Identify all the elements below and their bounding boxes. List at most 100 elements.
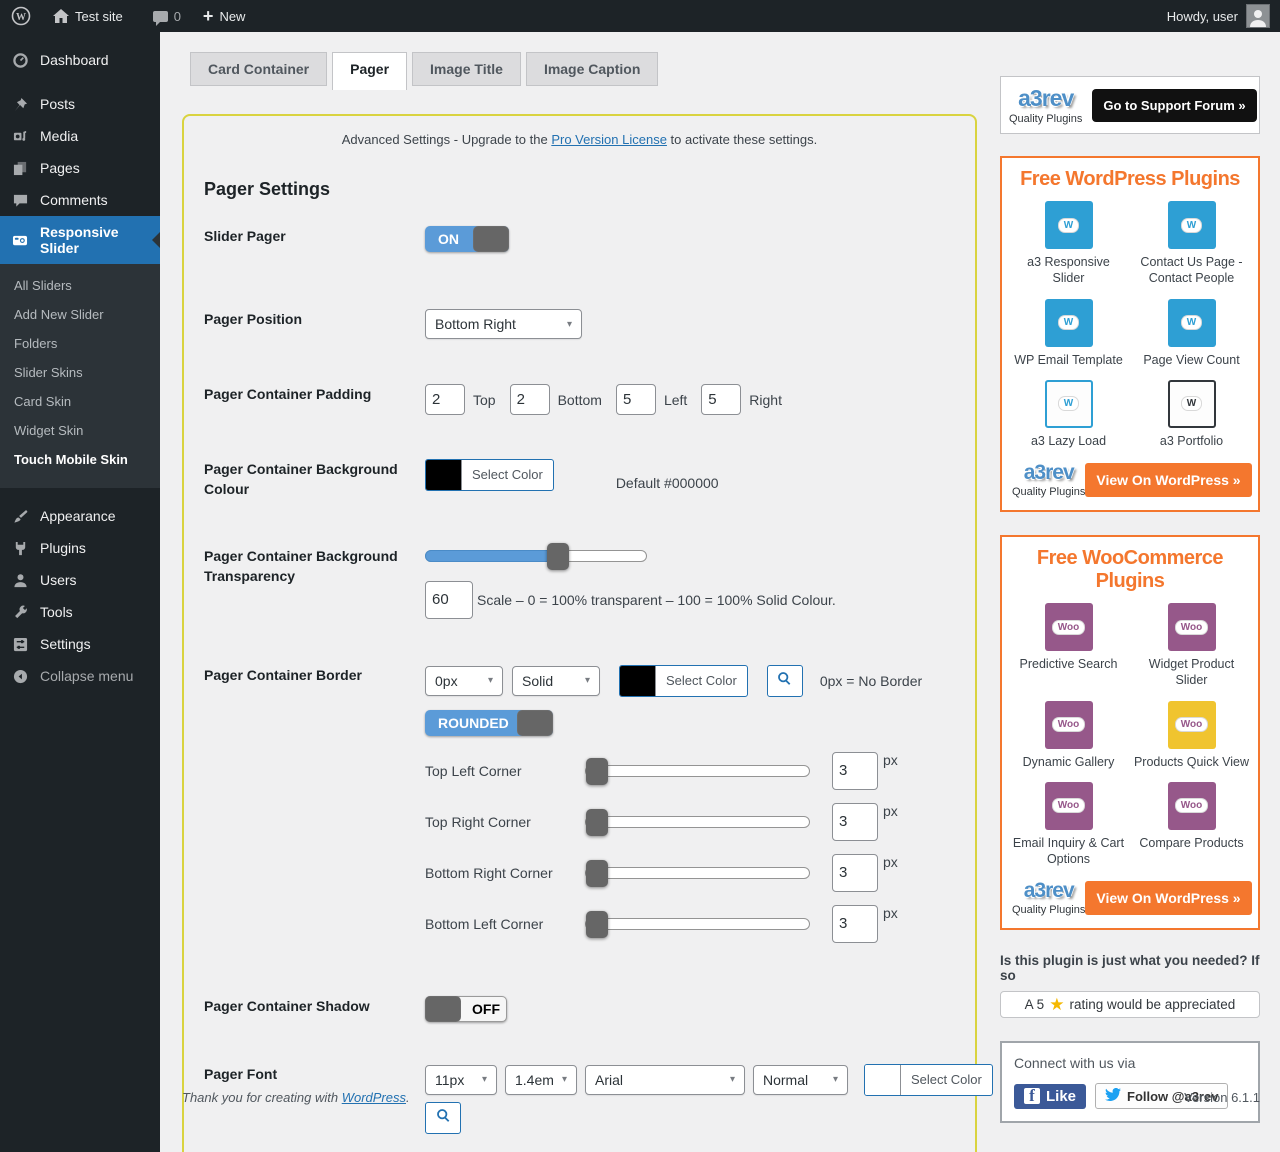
transparency-input[interactable] bbox=[425, 581, 473, 619]
settings-icon bbox=[10, 637, 30, 652]
plugin-wp-email-template[interactable]: W WP Email Template bbox=[1010, 299, 1127, 368]
appearance-icon bbox=[10, 509, 30, 524]
bottom-left-corner-slider[interactable] bbox=[585, 918, 810, 930]
plugin-a3-lazy-load[interactable]: W a3 Lazy Load bbox=[1010, 380, 1127, 449]
pro-version-link[interactable]: Pro Version License bbox=[551, 132, 667, 147]
top-right-corner-input[interactable] bbox=[832, 803, 878, 841]
tab-pager[interactable]: Pager bbox=[332, 52, 407, 90]
slider-handle[interactable] bbox=[586, 860, 608, 887]
sidebar-item-comments[interactable]: Comments bbox=[0, 184, 160, 216]
submenu-card-skin[interactable]: Card Skin bbox=[0, 387, 160, 416]
tab-image-caption[interactable]: Image Caption bbox=[526, 52, 658, 86]
padding-top-input[interactable] bbox=[425, 384, 465, 415]
sidebar-item-dashboard[interactable]: Dashboard bbox=[0, 44, 160, 76]
rating-button[interactable]: A 5 ★ rating would be appreciated bbox=[1000, 991, 1260, 1018]
rounded-toggle[interactable]: ROUNDED bbox=[425, 710, 553, 736]
submenu-widget-skin[interactable]: Widget Skin bbox=[0, 416, 160, 445]
bg-colour-picker[interactable]: Select Color bbox=[425, 459, 554, 491]
new-menu[interactable]: + New bbox=[192, 0, 257, 32]
plugin-dynamic-gallery[interactable]: Woo Dynamic Gallery bbox=[1010, 701, 1127, 770]
sidebar-item-settings[interactable]: Settings bbox=[0, 628, 160, 660]
border-width-select[interactable]: 0px ▾ bbox=[425, 666, 503, 696]
submenu-touch-mobile-skin[interactable]: Touch Mobile Skin bbox=[0, 445, 160, 474]
border-style-select[interactable]: Solid ▾ bbox=[512, 666, 600, 696]
plugin-page-view-count[interactable]: W Page View Count bbox=[1133, 299, 1250, 368]
transparency-slider[interactable] bbox=[425, 550, 647, 562]
sidebar-item-media[interactable]: Media bbox=[0, 120, 160, 152]
plugin-a3-portfolio[interactable]: W a3 Portfolio bbox=[1133, 380, 1250, 449]
bg-colour-label: Pager Container Background Colour bbox=[204, 459, 425, 500]
bottom-left-corner-input[interactable] bbox=[832, 905, 878, 943]
a3rev-logo[interactable]: a3rev Quality Plugins bbox=[1012, 879, 1085, 916]
current-item-arrow bbox=[144, 232, 160, 248]
top-right-corner-slider[interactable] bbox=[585, 816, 810, 828]
pager-position-select[interactable]: Bottom Right ▾ bbox=[425, 309, 582, 339]
submenu-folders[interactable]: Folders bbox=[0, 329, 160, 358]
padding-bottom-input[interactable] bbox=[510, 384, 550, 415]
responsive-slider-submenu: All Sliders Add New Slider Folders Slide… bbox=[0, 264, 160, 488]
plugin-compare-products[interactable]: Woo Compare Products bbox=[1133, 782, 1250, 868]
sidebar-item-pages[interactable]: Pages bbox=[0, 152, 160, 184]
bottom-right-corner-slider[interactable] bbox=[585, 867, 810, 879]
padding-label: Pager Container Padding bbox=[204, 384, 425, 404]
footer-thanks: Thank you for creating with WordPress. bbox=[182, 1090, 410, 1105]
tab-card-container[interactable]: Card Container bbox=[190, 52, 327, 86]
slider-pager-label: Slider Pager bbox=[204, 226, 425, 246]
slider-handle[interactable] bbox=[547, 543, 569, 570]
padding-left-input[interactable] bbox=[616, 384, 656, 415]
submenu-add-new-slider[interactable]: Add New Slider bbox=[0, 300, 160, 329]
shadow-toggle[interactable]: OFF bbox=[425, 996, 507, 1022]
border-colour-picker[interactable]: Select Color bbox=[619, 665, 748, 697]
bottom-right-corner-input[interactable] bbox=[832, 854, 878, 892]
plus-icon: + bbox=[203, 7, 214, 25]
font-label: Pager Font bbox=[204, 1064, 425, 1084]
wp-logo-menu[interactable]: W bbox=[0, 0, 42, 32]
border-preview-button[interactable] bbox=[767, 665, 803, 697]
slider-handle[interactable] bbox=[586, 809, 608, 836]
slider-handle[interactable] bbox=[586, 758, 608, 785]
sidebar-item-responsive-slider[interactable]: Responsive Slider bbox=[0, 216, 160, 264]
color-swatch bbox=[620, 666, 656, 696]
sidebar-item-collapse-menu[interactable]: Collapse menu bbox=[0, 660, 160, 692]
transparency-label: Pager Container Background Transparency bbox=[204, 546, 425, 587]
plugin-email-inquiry-cart-options[interactable]: Woo Email Inquiry & Cart Options bbox=[1010, 782, 1127, 868]
slider-pager-toggle[interactable]: ON bbox=[425, 226, 509, 252]
sidebar-item-plugins[interactable]: Plugins bbox=[0, 532, 160, 564]
chevron-down-icon: ▾ bbox=[482, 1074, 487, 1085]
sidebar-item-posts[interactable]: Posts bbox=[0, 88, 160, 120]
site-menu[interactable]: Test site bbox=[42, 0, 134, 32]
sidebar-item-users[interactable]: Users bbox=[0, 564, 160, 596]
main-content: Card Container Pager Image Title Image C… bbox=[160, 0, 1280, 1152]
sidebar-item-tools[interactable]: Tools bbox=[0, 596, 160, 628]
sidebar-item-appearance[interactable]: Appearance bbox=[0, 500, 160, 532]
padding-right-input[interactable] bbox=[701, 384, 741, 415]
comments-icon bbox=[10, 193, 30, 208]
plugin-a3-responsive-slider[interactable]: W a3 Responsive Slider bbox=[1010, 201, 1127, 287]
wordpress-link[interactable]: WordPress bbox=[342, 1090, 406, 1105]
plugin-products-quick-view[interactable]: Woo Products Quick View bbox=[1133, 701, 1250, 770]
tab-image-title[interactable]: Image Title bbox=[412, 52, 521, 86]
a3rev-logo[interactable]: a3rev Quality Plugins bbox=[1012, 461, 1085, 498]
submenu-all-sliders[interactable]: All Sliders bbox=[0, 271, 160, 300]
pager-settings-panel: Advanced Settings - Upgrade to the Pro V… bbox=[182, 114, 977, 1152]
account-menu[interactable]: Howdy, user bbox=[1157, 4, 1280, 28]
wp-plugins-title: Free WordPress Plugins bbox=[1010, 168, 1250, 191]
support-forum-button[interactable]: Go to Support Forum » bbox=[1092, 89, 1256, 122]
view-on-wordpress-button[interactable]: View On WordPress » bbox=[1085, 881, 1251, 915]
top-left-corner-input[interactable] bbox=[832, 752, 878, 790]
font-preview-button[interactable] bbox=[425, 1102, 461, 1134]
pin-icon bbox=[10, 97, 30, 112]
plugin-widget-product-slider[interactable]: Woo Widget Product Slider bbox=[1133, 603, 1250, 689]
plugin-predictive-search[interactable]: Woo Predictive Search bbox=[1010, 603, 1127, 689]
top-left-corner-slider[interactable] bbox=[585, 765, 810, 777]
site-name: Test site bbox=[75, 9, 123, 24]
a3rev-logo[interactable]: a3rev Quality Plugins bbox=[1009, 85, 1082, 125]
submenu-slider-skins[interactable]: Slider Skins bbox=[0, 358, 160, 387]
border-hint: 0px = No Border bbox=[820, 673, 922, 689]
chevron-down-icon: ▾ bbox=[833, 1074, 838, 1085]
plugin-contact-us-page[interactable]: W Contact Us Page - Contact People bbox=[1133, 201, 1250, 287]
view-on-wordpress-button[interactable]: View On WordPress » bbox=[1085, 463, 1251, 497]
comments-menu[interactable]: 0 bbox=[142, 0, 192, 32]
search-icon bbox=[777, 671, 792, 691]
slider-handle[interactable] bbox=[586, 911, 608, 938]
